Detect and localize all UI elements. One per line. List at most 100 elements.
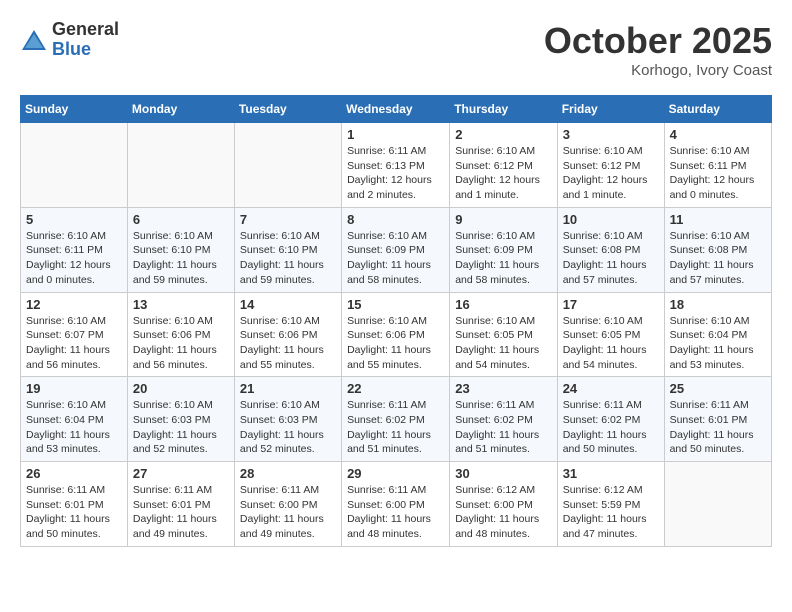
day-info: Sunrise: 6:10 AM Sunset: 6:03 PM Dayligh… [240, 398, 336, 457]
calendar-cell: 22 Sunrise: 6:11 AM Sunset: 6:02 PM Dayli… [342, 377, 450, 462]
calendar-cell: 7 Sunrise: 6:10 AM Sunset: 6:10 PM Daylig… [234, 207, 341, 292]
weekday-header: Friday [557, 96, 664, 123]
calendar-cell: 6 Sunrise: 6:10 AM Sunset: 6:10 PM Daylig… [127, 207, 234, 292]
day-number: 30 [455, 466, 551, 481]
day-info: Sunrise: 6:11 AM Sunset: 6:00 PM Dayligh… [240, 483, 336, 542]
day-info: Sunrise: 6:11 AM Sunset: 6:01 PM Dayligh… [133, 483, 229, 542]
calendar-cell: 25 Sunrise: 6:11 AM Sunset: 6:01 PM Dayli… [664, 377, 771, 462]
calendar-cell [234, 123, 341, 208]
day-number: 27 [133, 466, 229, 481]
logo: General Blue [20, 20, 119, 60]
day-info: Sunrise: 6:10 AM Sunset: 6:10 PM Dayligh… [240, 229, 336, 288]
month-title: October 2025 [544, 20, 772, 62]
calendar-cell: 20 Sunrise: 6:10 AM Sunset: 6:03 PM Dayli… [127, 377, 234, 462]
logo-text: General Blue [52, 20, 119, 60]
calendar-table: SundayMondayTuesdayWednesdayThursdayFrid… [20, 95, 772, 547]
day-info: Sunrise: 6:10 AM Sunset: 6:11 PM Dayligh… [670, 144, 766, 203]
day-number: 26 [26, 466, 122, 481]
calendar-cell: 14 Sunrise: 6:10 AM Sunset: 6:06 PM Dayli… [234, 292, 341, 377]
logo-blue: Blue [52, 40, 119, 60]
day-info: Sunrise: 6:10 AM Sunset: 6:06 PM Dayligh… [240, 314, 336, 373]
calendar-cell: 30 Sunrise: 6:12 AM Sunset: 6:00 PM Dayli… [450, 462, 557, 547]
day-info: Sunrise: 6:10 AM Sunset: 6:10 PM Dayligh… [133, 229, 229, 288]
day-info: Sunrise: 6:10 AM Sunset: 6:04 PM Dayligh… [26, 398, 122, 457]
page-header: General Blue October 2025 Korhogo, Ivory… [20, 20, 772, 79]
calendar-cell: 2 Sunrise: 6:10 AM Sunset: 6:12 PM Daylig… [450, 123, 557, 208]
day-number: 18 [670, 297, 766, 312]
calendar-cell: 8 Sunrise: 6:10 AM Sunset: 6:09 PM Daylig… [342, 207, 450, 292]
logo-general: General [52, 20, 119, 40]
day-number: 23 [455, 381, 551, 396]
calendar-cell [21, 123, 128, 208]
day-info: Sunrise: 6:10 AM Sunset: 6:05 PM Dayligh… [455, 314, 551, 373]
calendar-cell: 21Sunrise: 6:10 AM Sunset: 6:03 PM Dayli… [234, 377, 341, 462]
day-number: 22 [347, 381, 444, 396]
day-info: Sunrise: 6:10 AM Sunset: 6:11 PM Dayligh… [26, 229, 122, 288]
weekday-header: Tuesday [234, 96, 341, 123]
day-number: 9 [455, 212, 551, 227]
calendar-cell: 13Sunrise: 6:10 AM Sunset: 6:06 PM Dayli… [127, 292, 234, 377]
calendar-cell: 17 Sunrise: 6:10 AM Sunset: 6:05 PM Dayli… [557, 292, 664, 377]
calendar-cell: 11Sunrise: 6:10 AM Sunset: 6:08 PM Dayli… [664, 207, 771, 292]
calendar-week-row: 1 Sunrise: 6:11 AM Sunset: 6:13 PM Daylig… [21, 123, 772, 208]
day-info: Sunrise: 6:10 AM Sunset: 6:12 PM Dayligh… [455, 144, 551, 203]
calendar-cell: 31 Sunrise: 6:12 AM Sunset: 5:59 PM Dayli… [557, 462, 664, 547]
logo-icon [20, 26, 48, 54]
day-number: 1 [347, 127, 444, 142]
day-number: 3 [563, 127, 659, 142]
day-info: Sunrise: 6:10 AM Sunset: 6:07 PM Dayligh… [26, 314, 122, 373]
weekday-header: Monday [127, 96, 234, 123]
day-info: Sunrise: 6:10 AM Sunset: 6:06 PM Dayligh… [347, 314, 444, 373]
day-info: Sunrise: 6:11 AM Sunset: 6:01 PM Dayligh… [26, 483, 122, 542]
day-number: 17 [563, 297, 659, 312]
calendar-cell: 5 Sunrise: 6:10 AM Sunset: 6:11 PM Daylig… [21, 207, 128, 292]
calendar-week-row: 5 Sunrise: 6:10 AM Sunset: 6:11 PM Daylig… [21, 207, 772, 292]
weekday-header: Wednesday [342, 96, 450, 123]
calendar-cell: 9 Sunrise: 6:10 AM Sunset: 6:09 PM Daylig… [450, 207, 557, 292]
calendar-cell: 19Sunrise: 6:10 AM Sunset: 6:04 PM Dayli… [21, 377, 128, 462]
weekday-header: Sunday [21, 96, 128, 123]
weekday-header: Saturday [664, 96, 771, 123]
day-info: Sunrise: 6:11 AM Sunset: 6:13 PM Dayligh… [347, 144, 444, 203]
day-info: Sunrise: 6:10 AM Sunset: 6:08 PM Dayligh… [563, 229, 659, 288]
day-info: Sunrise: 6:10 AM Sunset: 6:05 PM Dayligh… [563, 314, 659, 373]
day-number: 31 [563, 466, 659, 481]
day-number: 7 [240, 212, 336, 227]
calendar-cell: 23 Sunrise: 6:11 AM Sunset: 6:02 PM Dayli… [450, 377, 557, 462]
day-info: Sunrise: 6:11 AM Sunset: 6:01 PM Dayligh… [670, 398, 766, 457]
day-number: 25 [670, 381, 766, 396]
location: Korhogo, Ivory Coast [544, 62, 772, 79]
calendar-cell: 16 Sunrise: 6:10 AM Sunset: 6:05 PM Dayli… [450, 292, 557, 377]
calendar-cell: 18Sunrise: 6:10 AM Sunset: 6:04 PM Dayli… [664, 292, 771, 377]
day-info: Sunrise: 6:10 AM Sunset: 6:03 PM Dayligh… [133, 398, 229, 457]
day-number: 28 [240, 466, 336, 481]
day-number: 10 [563, 212, 659, 227]
day-number: 8 [347, 212, 444, 227]
day-number: 12 [26, 297, 122, 312]
day-number: 16 [455, 297, 551, 312]
day-info: Sunrise: 6:11 AM Sunset: 6:02 PM Dayligh… [455, 398, 551, 457]
day-number: 20 [133, 381, 229, 396]
day-info: Sunrise: 6:10 AM Sunset: 6:06 PM Dayligh… [133, 314, 229, 373]
day-number: 11 [670, 212, 766, 227]
day-number: 14 [240, 297, 336, 312]
calendar-cell: 4Sunrise: 6:10 AM Sunset: 6:11 PM Daylig… [664, 123, 771, 208]
weekday-header-row: SundayMondayTuesdayWednesdayThursdayFrid… [21, 96, 772, 123]
day-number: 15 [347, 297, 444, 312]
day-number: 2 [455, 127, 551, 142]
day-number: 6 [133, 212, 229, 227]
day-number: 5 [26, 212, 122, 227]
day-info: Sunrise: 6:10 AM Sunset: 6:12 PM Dayligh… [563, 144, 659, 203]
day-info: Sunrise: 6:12 AM Sunset: 6:00 PM Dayligh… [455, 483, 551, 542]
day-info: Sunrise: 6:10 AM Sunset: 6:09 PM Dayligh… [455, 229, 551, 288]
day-info: Sunrise: 6:10 AM Sunset: 6:09 PM Dayligh… [347, 229, 444, 288]
calendar-cell: 3 Sunrise: 6:10 AM Sunset: 6:12 PM Daylig… [557, 123, 664, 208]
calendar-cell: 28 Sunrise: 6:11 AM Sunset: 6:00 PM Dayli… [234, 462, 341, 547]
day-info: Sunrise: 6:11 AM Sunset: 6:02 PM Dayligh… [563, 398, 659, 457]
day-info: Sunrise: 6:12 AM Sunset: 5:59 PM Dayligh… [563, 483, 659, 542]
calendar-cell: 26 Sunrise: 6:11 AM Sunset: 6:01 PM Dayli… [21, 462, 128, 547]
calendar-cell: 1 Sunrise: 6:11 AM Sunset: 6:13 PM Daylig… [342, 123, 450, 208]
calendar-week-row: 26 Sunrise: 6:11 AM Sunset: 6:01 PM Dayli… [21, 462, 772, 547]
day-info: Sunrise: 6:11 AM Sunset: 6:02 PM Dayligh… [347, 398, 444, 457]
calendar-cell: 10 Sunrise: 6:10 AM Sunset: 6:08 PM Dayli… [557, 207, 664, 292]
